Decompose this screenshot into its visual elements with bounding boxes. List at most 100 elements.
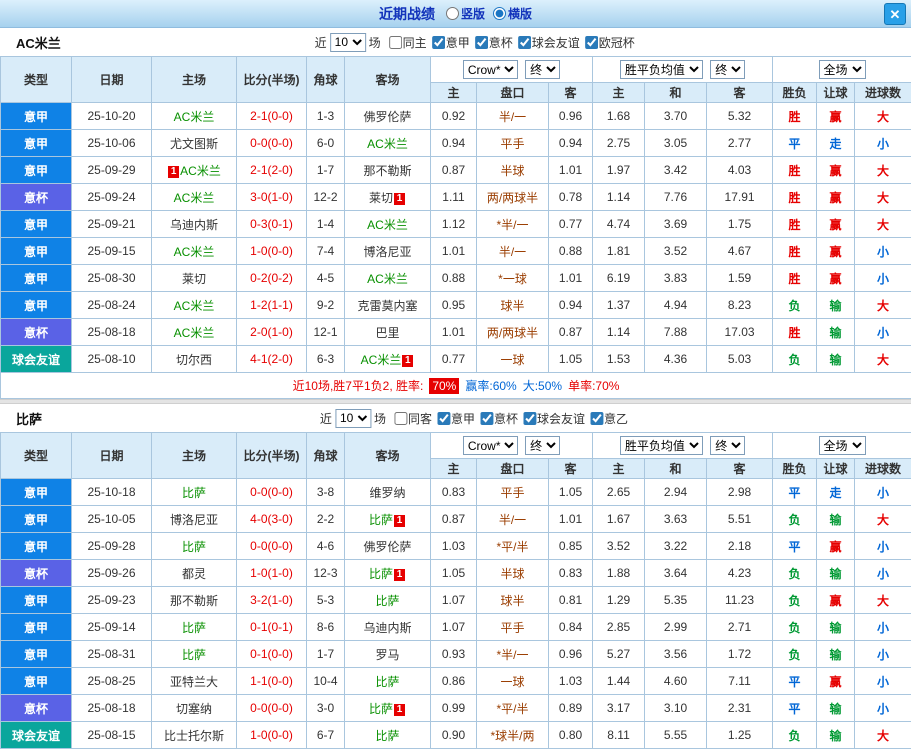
score-cell: 1-0(0-0) (236, 721, 307, 749)
euro-away-odds-cell: 2.31 (706, 694, 774, 722)
europe-odds-time-select[interactable]: 终 (710, 60, 746, 79)
score-cell: 3-0(1-0) (236, 183, 307, 211)
filter-checkbox[interactable] (590, 411, 604, 425)
match-date-cell: 25-10-20 (71, 102, 152, 130)
corner-cell: 12-3 (306, 559, 345, 587)
corner-cell: 12-2 (306, 183, 345, 211)
result-outcome-cell: 负 (772, 613, 818, 641)
team-name-text: 比萨 (375, 728, 400, 743)
filter-label: 意杯 (493, 411, 519, 426)
layout-radio-option[interactable]: 横版 (493, 5, 532, 22)
subheader-outcome: 胜负 (772, 82, 818, 103)
filter-同客[interactable]: 同客 (393, 410, 432, 427)
filter-checkbox[interactable] (517, 35, 531, 49)
match-date-cell: 25-08-18 (71, 318, 152, 346)
away-team-cell: 比萨 (344, 667, 431, 695)
recent-count-select[interactable]: 10 (334, 408, 371, 428)
result-goals-cell: 小 (854, 478, 911, 506)
handicap-cell: 半/一 (476, 102, 549, 130)
result-goals-cell: 小 (854, 318, 911, 346)
euro-draw-odds-cell: 4.94 (644, 291, 708, 319)
asia-away-odds-cell: 1.01 (547, 505, 594, 533)
result-outcome-cell: 平 (772, 129, 818, 157)
euro-draw-odds-cell: 3.70 (644, 102, 708, 130)
league-type-cell: 意甲 (0, 102, 72, 130)
recent-count-select[interactable]: 10 (329, 32, 366, 52)
corner-cell: 4-6 (306, 532, 345, 560)
away-team-cell: 克雷莫内塞 (344, 291, 431, 319)
page-title: 近期战绩 (378, 5, 435, 22)
team-name-text: 比萨 (181, 647, 206, 662)
corner-cell: 6-0 (306, 129, 345, 157)
score-cell: 1-0(1-0) (236, 559, 307, 587)
asia-home-odds-cell: 0.77 (430, 345, 477, 373)
filter-label: 同客 (407, 411, 432, 426)
asia-away-odds-cell: 0.94 (547, 291, 594, 319)
team-name-text: AC米兰 (173, 109, 215, 124)
summary-segment: 大:50% (522, 379, 563, 393)
filter-意杯[interactable]: 意杯 (479, 410, 519, 427)
euro-away-odds-cell: 4.67 (706, 237, 774, 265)
filter-checkbox[interactable] (431, 35, 445, 49)
asia-home-odds-cell: 1.11 (430, 183, 477, 211)
titlebar: 近期战绩 竖版 横版 ✕ (0, 0, 911, 28)
red-1-badge: 1 (402, 354, 414, 367)
asia-home-odds-cell: 0.94 (430, 129, 477, 157)
team-name-text: 比萨 (368, 566, 393, 581)
filter-checkbox[interactable] (479, 411, 493, 425)
odds-company-select[interactable]: Crow* (462, 436, 518, 455)
europe-odds-time-select[interactable]: 终 (710, 436, 746, 455)
subheader-euro-home: 主 (592, 458, 646, 479)
asia-odds-time-select[interactable]: 终 (525, 436, 561, 455)
team-name-text: 乌迪内斯 (169, 217, 218, 232)
filter-checkbox[interactable] (388, 35, 402, 49)
match-row: 意甲 25-10-18 比萨 0-0(0-0) 3-8 维罗纳 0.83 平手 1.05 2.65… (0, 478, 911, 506)
filter-意乙[interactable]: 意乙 (590, 410, 628, 427)
result-goals-cell: 大 (854, 345, 911, 373)
filter-意甲[interactable]: 意甲 (431, 34, 470, 51)
result-goals-cell: 大 (854, 291, 911, 319)
scope-select[interactable]: 全场 (818, 60, 866, 79)
filter-label: 意杯 (488, 35, 513, 50)
result-outcome-cell: 胜 (772, 156, 818, 184)
asia-odds-time-select[interactable]: 终 (525, 60, 561, 79)
header-corner: 角球 (306, 432, 345, 479)
match-date-cell: 25-08-30 (71, 264, 152, 292)
layout-radio-label: 横版 (508, 7, 533, 21)
home-team-cell: AC米兰 (151, 318, 237, 346)
match-row: 球会友谊 25-08-15 比士托尔斯 1-0(0-0) 6-7 比萨 0.90 *球半/两 0… (0, 721, 911, 749)
filter-checkbox[interactable] (474, 35, 488, 49)
subheader-euro-draw: 和 (644, 458, 708, 479)
asia-home-odds-cell: 0.88 (430, 264, 477, 292)
layout-radio-option[interactable]: 竖版 (445, 5, 485, 22)
filter-球会友谊[interactable]: 球会友谊 (523, 410, 585, 427)
score-cell: 3-2(1-0) (236, 586, 307, 614)
result-handicap-cell: 走 (816, 478, 856, 506)
team-name-text: AC米兰 (173, 325, 215, 340)
filter-同主[interactable]: 同主 (388, 34, 427, 51)
filter-欧冠杯[interactable]: 欧冠杯 (584, 34, 635, 51)
europe-odds-type-select[interactable]: 胜平负均值 (619, 436, 703, 455)
filter-checkbox[interactable] (436, 411, 450, 425)
filter-checkbox[interactable] (584, 35, 598, 49)
league-type-cell: 意甲 (0, 586, 72, 614)
handicap-cell: *半/一 (476, 210, 549, 238)
euro-draw-odds-cell: 3.10 (644, 694, 708, 722)
filter-意杯[interactable]: 意杯 (474, 34, 513, 51)
result-handicap-cell: 赢 (816, 210, 856, 238)
layout-radio[interactable] (445, 7, 459, 20)
away-team-cell: 比萨 (344, 586, 431, 614)
match-date-cell: 25-08-25 (71, 667, 152, 695)
close-button[interactable]: ✕ (884, 3, 906, 25)
scope-select[interactable]: 全场 (818, 436, 866, 455)
euro-home-odds-cell: 5.27 (592, 640, 646, 668)
filter-checkbox[interactable] (393, 411, 407, 425)
filter-球会友谊[interactable]: 球会友谊 (517, 34, 580, 51)
header-date: 日期 (71, 432, 152, 479)
match-date-cell: 25-09-24 (71, 183, 152, 211)
odds-company-select[interactable]: Crow* (462, 60, 518, 79)
filter-意甲[interactable]: 意甲 (436, 410, 475, 427)
europe-odds-type-select[interactable]: 胜平负均值 (619, 60, 703, 79)
layout-radio[interactable] (493, 7, 506, 20)
filter-checkbox[interactable] (523, 411, 537, 425)
